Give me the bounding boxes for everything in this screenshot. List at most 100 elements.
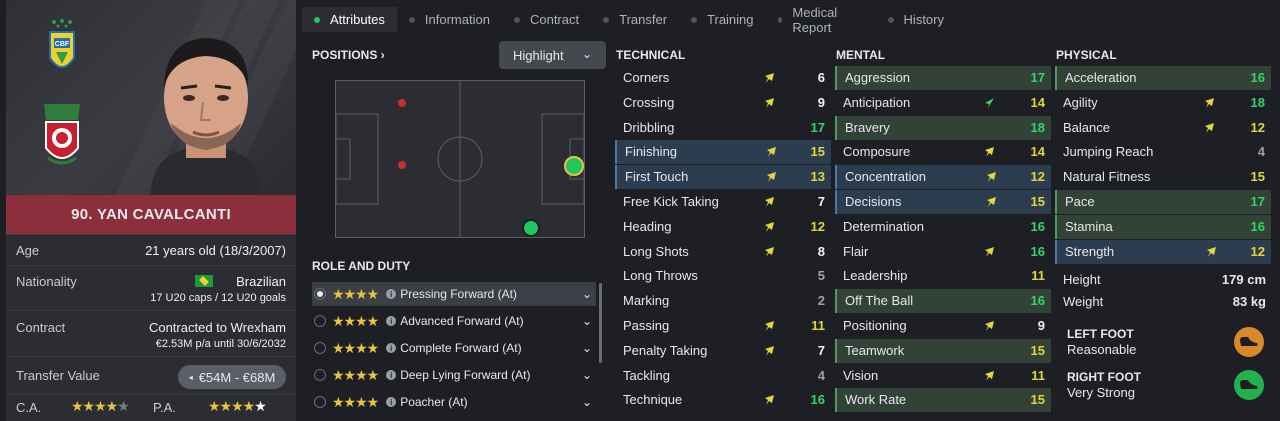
attribute-row-anticipation[interactable]: Anticipation 14 [835, 91, 1051, 115]
roles-scrollbar[interactable] [599, 283, 602, 363]
attribute-row-concentration[interactable]: Concentration 12 [835, 165, 1051, 190]
info-icon[interactable]: i [386, 397, 397, 407]
left-boot-icon [1234, 327, 1264, 357]
attribute-row-balance[interactable]: Balance 12 [1055, 116, 1271, 140]
secondary-position-marker[interactable] [398, 161, 406, 169]
chevron-down-icon[interactable]: ⌄ [582, 395, 592, 409]
left-foot-label: LEFT FOOT [1067, 327, 1134, 341]
tab-contract[interactable]: Contract [502, 7, 591, 32]
attribute-name: Dribbling [623, 119, 675, 135]
attribute-name: Jumping Reach [1063, 144, 1154, 160]
chevron-down-icon[interactable]: ⌄ [582, 368, 592, 382]
info-icon[interactable]: i [386, 370, 397, 380]
player-name: 90. YAN CAVALCANTI [6, 195, 296, 234]
attribute-row-long-throws[interactable]: Long Throws 5 [615, 264, 831, 288]
attribute-row-decisions[interactable]: Decisions 15 [835, 190, 1051, 214]
role-row[interactable]: ★★★★ i Deep Lying Forward (At) ⌄ [312, 363, 596, 387]
progress-arrow-icon [765, 146, 777, 158]
attribute-name: Teamwork [845, 342, 905, 358]
attribute-row-crossing[interactable]: Crossing 9 [615, 91, 831, 115]
chevron-down-icon[interactable]: ⌄ [582, 314, 592, 328]
attribute-value: 11 [1031, 367, 1045, 383]
tab-information[interactable]: Information [397, 7, 502, 32]
positions-heading[interactable]: POSITIONS › [312, 48, 385, 62]
attribute-name: Anticipation [843, 94, 911, 110]
attribute-row-long-shots[interactable]: Long Shots 8 [615, 240, 831, 264]
attribute-row-heading[interactable]: Heading 12 [615, 215, 831, 239]
radio-button[interactable] [314, 342, 326, 354]
attribute-row-agility[interactable]: Agility 18 [1055, 91, 1271, 115]
tab-medical-report[interactable]: Medical Report [766, 5, 876, 35]
attribute-row-leadership[interactable]: Leadership 11 [835, 264, 1051, 288]
nationality-value[interactable]: Brazilian [236, 274, 286, 289]
tab-history[interactable]: History [876, 7, 956, 32]
attribute-name: Strength [1065, 243, 1115, 259]
attribute-row-technique[interactable]: Technique 16 [615, 388, 831, 412]
attribute-row-penalty-taking[interactable]: Penalty Taking 7 [615, 339, 831, 363]
attribute-row-composure[interactable]: Composure 14 [835, 140, 1051, 164]
attribute-row-passing[interactable]: Passing 11 [615, 314, 831, 338]
role-row[interactable]: ★★★★ i Poacher (At) ⌄ [312, 390, 596, 414]
highlight-dropdown[interactable]: Highlight ⌄ [499, 41, 606, 69]
attribute-row-free-kick-taking[interactable]: Free Kick Taking 7 [615, 190, 831, 214]
progress-arrow-icon [763, 221, 775, 233]
attribute-value: 11 [1031, 268, 1045, 284]
attribute-value: 13 [810, 169, 825, 185]
attribute-row-pace[interactable]: Pace 17 [1055, 190, 1271, 214]
attribute-row-stamina[interactable]: Stamina 16 [1055, 214, 1271, 239]
national-team-badge[interactable]: CBF [46, 18, 78, 84]
radio-button[interactable] [314, 396, 326, 408]
radio-button[interactable] [314, 369, 326, 381]
club-badge[interactable] [38, 98, 86, 174]
progress-arrow-icon [1205, 246, 1217, 258]
chevron-down-icon[interactable]: ⌄ [582, 341, 592, 355]
attribute-row-marking[interactable]: Marking 2 [615, 289, 831, 313]
progress-arrow-icon [765, 171, 777, 183]
tab-transfer[interactable]: Transfer [591, 7, 679, 32]
attribute-row-jumping-reach[interactable]: Jumping Reach 4 [1055, 140, 1271, 164]
chevron-down-icon[interactable]: ⌄ [582, 287, 592, 301]
attribute-row-acceleration[interactable]: Acceleration 16 [1055, 66, 1271, 90]
attribute-row-natural-fitness[interactable]: Natural Fitness 15 [1055, 165, 1271, 189]
role-row[interactable]: ★★★★ i Pressing Forward (At) ⌄ [312, 282, 596, 306]
attribute-row-first-touch[interactable]: First Touch 13 [615, 165, 831, 190]
attribute-value: 8 [817, 243, 825, 259]
attribute-value: 9 [1037, 318, 1045, 333]
attribute-row-work-rate[interactable]: Work Rate 15 [835, 388, 1051, 413]
attribute-row-corners[interactable]: Corners 6 [615, 66, 831, 90]
attribute-value: 16 [1030, 218, 1045, 234]
natural-position-marker[interactable] [522, 219, 540, 237]
transfer-value-pill[interactable]: ◂ €54M - €68M [178, 365, 286, 389]
tab-attributes[interactable]: Attributes [302, 7, 397, 32]
natural-position-marker[interactable] [564, 156, 584, 176]
attribute-row-aggression[interactable]: Aggression 17 [835, 66, 1051, 90]
attribute-row-off-the-ball[interactable]: Off The Ball 16 [835, 289, 1051, 314]
role-row[interactable]: ★★★★ i Advanced Forward (At) ⌄ [312, 309, 596, 333]
attribute-value: 17 [1250, 194, 1265, 209]
attribute-value: 14 [1030, 94, 1045, 110]
attribute-row-tackling[interactable]: Tackling 4 [615, 364, 831, 388]
attribute-row-strength[interactable]: Strength 12 [1055, 239, 1271, 264]
role-row[interactable]: ★★★★ i Complete Forward (At) ⌄ [312, 336, 596, 360]
radio-button[interactable] [314, 315, 326, 327]
attribute-value: 17 [1030, 70, 1045, 85]
attribute-row-positioning[interactable]: Positioning 9 [835, 314, 1051, 338]
contract-value[interactable]: Contracted to Wrexham [149, 320, 286, 335]
tab-training[interactable]: Training [679, 7, 765, 32]
attribute-row-teamwork[interactable]: Teamwork 15 [835, 338, 1051, 363]
attribute-row-bravery[interactable]: Bravery 18 [835, 115, 1051, 140]
progress-arrow-icon [763, 97, 775, 109]
attribute-row-dribbling[interactable]: Dribbling 17 [615, 116, 831, 140]
contract-label: Contract [16, 320, 66, 335]
info-icon[interactable]: i [386, 343, 397, 353]
attribute-row-finishing[interactable]: Finishing 15 [615, 140, 831, 165]
secondary-position-marker[interactable] [398, 99, 406, 107]
attribute-row-vision[interactable]: Vision 11 [835, 364, 1051, 388]
attribute-row-determination[interactable]: Determination 16 [835, 215, 1051, 239]
radio-button[interactable] [314, 288, 326, 300]
attribute-row-flair[interactable]: Flair 16 [835, 240, 1051, 264]
role-duty-heading: ROLE AND DUTY [312, 259, 411, 273]
info-icon[interactable]: i [386, 316, 397, 326]
role-label: Deep Lying Forward (At) [400, 368, 531, 382]
info-icon[interactable]: i [386, 289, 397, 299]
